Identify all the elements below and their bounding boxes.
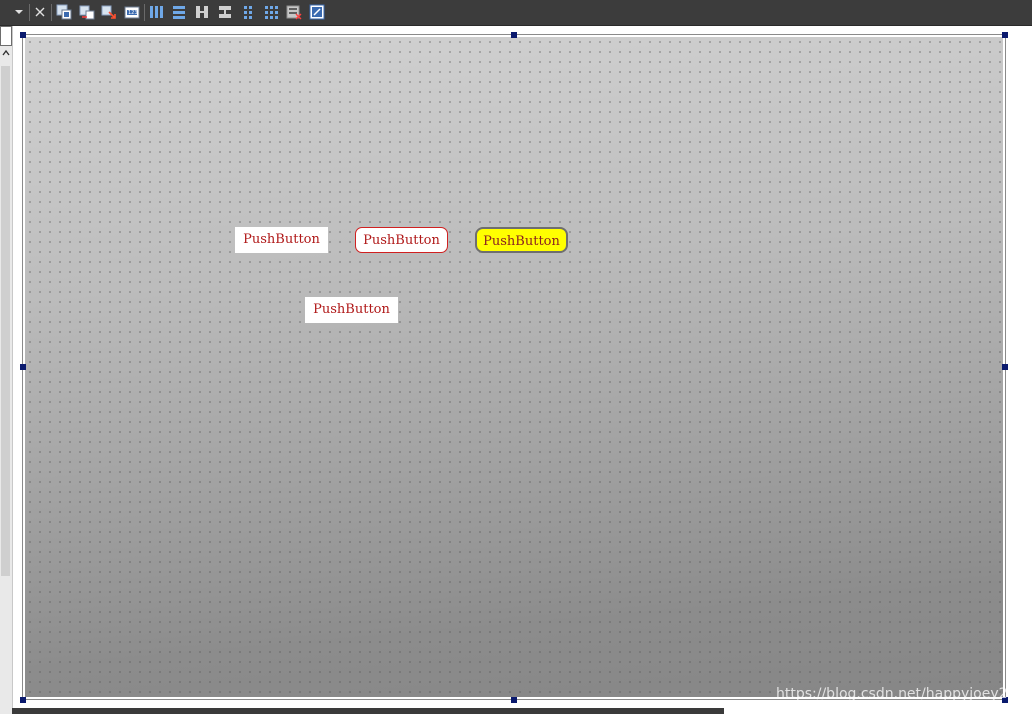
dropdown-arrow-icon[interactable]	[10, 3, 28, 21]
push-button-4[interactable]: PushButton	[305, 297, 398, 323]
resize-handle-middle-left[interactable]	[20, 364, 26, 370]
layout-form-icon[interactable]	[239, 3, 257, 21]
layout-vertical-icon[interactable]	[170, 3, 188, 21]
resize-handle-top-center[interactable]	[511, 32, 517, 38]
resize-handle-top-right[interactable]	[1002, 32, 1008, 38]
push-button-1[interactable]: PushButton	[235, 227, 328, 253]
toolbar-separator	[144, 4, 145, 21]
push-button-2-rounded[interactable]: PushButton	[355, 227, 448, 253]
layout-vertical-splitter-icon[interactable]	[216, 3, 234, 21]
watermark-text: https://blog.csdn.net/happyjoey217	[776, 686, 1026, 702]
close-icon[interactable]	[31, 3, 49, 21]
chevron-up-icon[interactable]	[1, 48, 11, 58]
edit-buddies-icon[interactable]	[100, 3, 118, 21]
edit-signals-icon[interactable]	[78, 3, 96, 21]
resize-handle-top-left[interactable]	[20, 32, 26, 38]
layout-horizontal-icon[interactable]	[147, 3, 165, 21]
resize-handle-bottom-center[interactable]	[511, 697, 517, 703]
left-panel-strip	[0, 26, 13, 714]
designer-toolbar: 123	[0, 0, 1032, 26]
edit-widgets-icon[interactable]	[55, 3, 73, 21]
form-grid-background: PushButton PushButton PushButton PushBut…	[25, 37, 1003, 697]
toolbar-separator	[29, 4, 30, 21]
bottom-panel-bar	[12, 708, 724, 714]
collapsed-panel-box[interactable]	[0, 26, 12, 46]
resize-handle-bottom-left[interactable]	[20, 697, 26, 703]
edit-tab-order-icon[interactable]: 123	[123, 3, 141, 21]
form-canvas[interactable]: PushButton PushButton PushButton PushBut…	[22, 34, 1006, 700]
layout-horizontal-splitter-icon[interactable]	[193, 3, 211, 21]
break-layout-icon[interactable]	[285, 3, 303, 21]
layout-grid-icon[interactable]	[262, 3, 280, 21]
adjust-size-icon[interactable]	[308, 3, 326, 21]
resize-handle-middle-right[interactable]	[1002, 364, 1008, 370]
toolbar-separator	[51, 4, 52, 21]
push-button-3-yellow[interactable]: PushButton	[475, 227, 568, 253]
svg-text:123: 123	[128, 10, 138, 16]
left-scrollbar[interactable]	[1, 66, 10, 576]
